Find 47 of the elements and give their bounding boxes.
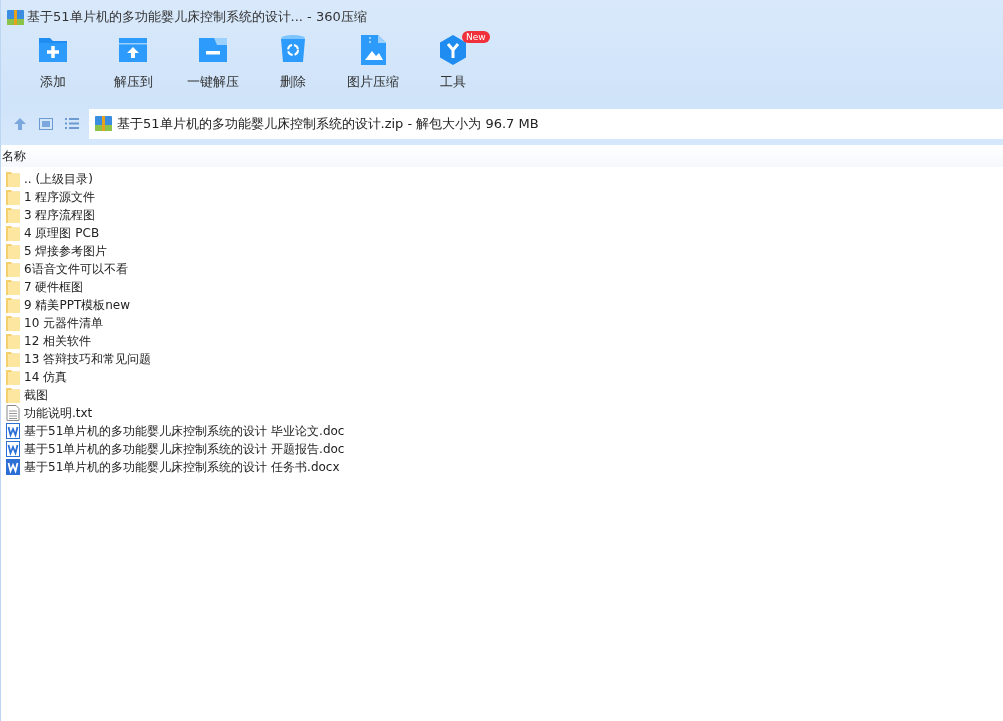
toolbar-button[interactable]: 一键解压 [173, 34, 253, 104]
new-badge: New [462, 31, 490, 43]
folder-icon [5, 297, 21, 313]
file-name[interactable]: 基于51单片机的多功能婴儿床控制系统的设计 开题报告.doc [24, 440, 345, 458]
file-name[interactable]: .. (上级目录) [24, 170, 93, 188]
toolbar-button[interactable]: 添加 [13, 34, 93, 104]
folder-icon [5, 279, 21, 295]
file-name[interactable]: 基于51单片机的多功能婴儿床控制系统的设计 毕业论文.doc [24, 422, 345, 440]
file-name[interactable]: 5 焊接参考图片 [24, 242, 108, 260]
file-name[interactable]: 13 答辩技巧和常见问题 [24, 350, 152, 368]
folder-icon [5, 171, 21, 187]
toolbar-button[interactable]: 解压到 [93, 34, 173, 104]
file-name[interactable]: 功能说明.txt [24, 404, 93, 422]
folder-icon [5, 243, 21, 259]
folder-icon [5, 351, 21, 367]
file-name[interactable]: 3 程序流程图 [24, 206, 96, 224]
file-name[interactable]: 9 精美PPT模板new [24, 296, 131, 314]
file-name[interactable]: 7 硬件框图 [24, 278, 84, 296]
file-name[interactable]: 10 元器件清单 [24, 314, 104, 332]
column-header[interactable]: 名称 [2, 149, 26, 163]
text-file-icon [5, 405, 21, 421]
folder-icon [5, 261, 21, 277]
hexagon-icon [437, 34, 469, 66]
archive-icon [7, 9, 24, 25]
toolbar-button[interactable]: 删除 [253, 34, 333, 104]
window-title: 基于51单片机的多功能婴儿床控制系统的设计... - 360压缩 [27, 8, 367, 27]
folder-icon [5, 225, 21, 241]
folder-icon [5, 369, 21, 385]
folder-icon [5, 315, 21, 331]
file-name[interactable]: 1 程序源文件 [24, 188, 96, 206]
file-name[interactable]: 12 相关软件 [24, 332, 92, 350]
word-document-icon [5, 441, 21, 457]
file-name[interactable]: 6语音文件可以不看 [24, 260, 128, 278]
folder-icon [5, 333, 21, 349]
word-document-icon [5, 423, 21, 439]
toolbar-button[interactable]: 工具 New [413, 34, 493, 104]
toolbar-button[interactable]: 图片压缩 [333, 34, 413, 104]
file-name[interactable]: 截图 [24, 386, 48, 404]
word-document-icon [5, 459, 21, 475]
folder-icon [5, 387, 21, 403]
folder-icon [5, 189, 21, 205]
folder-icon [5, 207, 21, 223]
address-field[interactable]: 基于51单片机的多功能婴儿床控制系统的设计.zip - 解包大小为 96.7 MB [89, 108, 1003, 139]
file-name[interactable]: 4 原理图 PCB [24, 224, 100, 242]
file-name[interactable]: 14 仿真 [24, 368, 68, 386]
file-name[interactable]: 基于51单片机的多功能婴儿床控制系统的设计 任务书.docx [24, 458, 340, 476]
archive-icon [95, 116, 112, 131]
